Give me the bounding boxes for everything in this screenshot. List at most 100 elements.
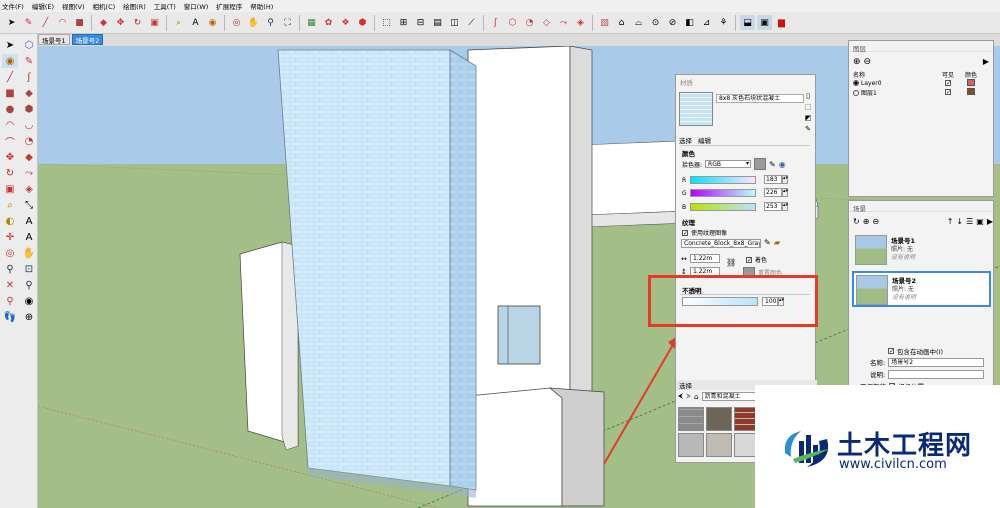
- arc-tool-icon[interactable]: ◠: [55, 15, 70, 30]
- view-options-icon[interactable]: ☰: [966, 217, 973, 226]
- section-plane-icon[interactable]: ⊿: [699, 15, 714, 30]
- sandbox-icon[interactable]: ⬚: [379, 15, 394, 30]
- drape-icon[interactable]: ▤: [430, 15, 445, 30]
- styles-icon[interactable]: ⬓: [740, 15, 755, 30]
- update-scene-icon[interactable]: ↻: [853, 217, 860, 226]
- text-icon[interactable]: A: [21, 214, 37, 228]
- paint-bucket-icon[interactable]: ◉: [205, 15, 220, 30]
- select-tool-icon[interactable]: ➤: [4, 15, 19, 30]
- arc-2pt-icon[interactable]: ◡: [21, 118, 37, 132]
- channel-g-value[interactable]: 226: [764, 188, 782, 197]
- use-texture-checkbox[interactable]: ✓: [682, 229, 688, 236]
- extension-icon[interactable]: ⬢: [355, 15, 370, 30]
- select-icon[interactable]: ➤: [2, 38, 18, 52]
- push-pull-icon[interactable]: ◆: [96, 15, 111, 30]
- material-thumb[interactable]: [706, 433, 732, 457]
- follow-me-icon[interactable]: ⤳: [556, 15, 571, 30]
- create-material-icon[interactable]: ⬚: [804, 103, 812, 111]
- visible-checkbox[interactable]: ✓: [945, 80, 951, 87]
- share-model-icon[interactable]: ✿: [321, 15, 336, 30]
- menu-tools[interactable]: 工具(T): [154, 1, 176, 11]
- channel-b-spinner[interactable]: ▴▾: [782, 202, 788, 211]
- move-up-icon[interactable]: ↑: [947, 217, 954, 226]
- top-view-icon[interactable]: ⌂: [614, 15, 629, 30]
- rotate-icon[interactable]: ↻: [2, 166, 18, 180]
- tape-measure-icon[interactable]: ⌕: [2, 198, 18, 212]
- follow-me-icon[interactable]: ⤳: [21, 166, 37, 180]
- layer-row[interactable]: Layer0 ✓: [853, 79, 989, 88]
- zoom-icon[interactable]: ⚲: [263, 15, 278, 30]
- scene-tab-1[interactable]: 场景号1: [38, 34, 70, 45]
- zoom-extents-icon[interactable]: ⛶: [280, 15, 295, 30]
- previous-view-icon[interactable]: ⚲: [21, 278, 37, 292]
- pan-icon[interactable]: ✋: [246, 15, 261, 30]
- sandbox-scratch-icon[interactable]: ⊞: [396, 15, 411, 30]
- dimension-icon[interactable]: ⤡: [21, 198, 37, 212]
- scene-list-item[interactable]: 场景号2 照片: 无 没有说明: [852, 271, 991, 307]
- scene-name-field[interactable]: 场景号2: [888, 357, 985, 367]
- walk-icon[interactable]: 👣: [2, 310, 18, 324]
- tape-measure-icon[interactable]: ⌕: [171, 15, 186, 30]
- menu-view[interactable]: 视图(V): [62, 1, 85, 11]
- zoom-window-icon[interactable]: ⊡: [21, 262, 37, 276]
- move-down-icon[interactable]: ↓: [956, 217, 963, 226]
- iso-view-icon[interactable]: ▧: [597, 15, 612, 30]
- back-arrow-icon[interactable]: ⮜: [678, 392, 683, 401]
- eraser-icon[interactable]: ✎: [21, 54, 37, 68]
- section-plane-icon[interactable]: ⊕: [21, 310, 37, 324]
- pan-icon[interactable]: ✋: [21, 246, 37, 260]
- add-layer-icon[interactable]: ⊕: [853, 57, 861, 67]
- channel-r-spinner[interactable]: ▴▾: [782, 175, 788, 184]
- channel-g-spinner[interactable]: ▴▾: [782, 188, 788, 197]
- menu-extensions[interactable]: 扩展程序: [216, 1, 242, 11]
- rotated-rectangle-icon[interactable]: ◆: [21, 86, 37, 100]
- arc-3pt-icon[interactable]: ⌒: [2, 134, 18, 149]
- channel-r-value[interactable]: 183: [764, 175, 782, 184]
- texture-width-field[interactable]: 1.22m: [690, 254, 720, 263]
- line-icon[interactable]: ╱: [2, 70, 18, 84]
- current-layer-radio[interactable]: [853, 90, 859, 96]
- layer-color-swatch[interactable]: [967, 88, 975, 95]
- scene-desc-field[interactable]: [888, 369, 985, 379]
- paint-bucket-icon[interactable]: ◉: [2, 54, 18, 68]
- menu-window[interactable]: 窗口(W): [184, 1, 209, 11]
- axes-icon[interactable]: ✛: [2, 230, 18, 244]
- material-thumb[interactable]: [678, 433, 704, 457]
- details-icon[interactable]: ▶: [987, 217, 993, 226]
- orbit-icon[interactable]: ◎: [2, 246, 18, 260]
- material-thumb[interactable]: [678, 407, 704, 431]
- scene-tab-2[interactable]: 场景号2: [71, 34, 104, 45]
- offset-icon[interactable]: ◇: [539, 15, 554, 30]
- xray-icon[interactable]: ▣: [757, 15, 772, 30]
- push-pull-icon[interactable]: ◆: [21, 150, 37, 164]
- layer-row[interactable]: 图层1 ✓: [853, 88, 989, 97]
- menu-edit[interactable]: 编辑(E): [32, 1, 54, 11]
- eraser-icon[interactable]: ✎: [21, 15, 36, 30]
- left-view-icon[interactable]: ◧: [682, 15, 697, 30]
- freehand-icon[interactable]: ʃ: [488, 15, 503, 30]
- front-view-icon[interactable]: ⌓: [631, 15, 646, 30]
- pie-icon[interactable]: ◔: [522, 15, 537, 30]
- channel-r-slider[interactable]: [690, 176, 756, 184]
- color-picker-select[interactable]: RGB: [705, 160, 752, 168]
- menu-draw[interactable]: 绘图(R): [123, 1, 146, 11]
- protractor-icon[interactable]: ◐: [2, 214, 18, 228]
- intersect-icon[interactable]: ◈: [573, 15, 588, 30]
- delete-layer-icon[interactable]: ⊖: [864, 57, 872, 67]
- move-icon[interactable]: ✥: [2, 150, 18, 164]
- move-tool-icon[interactable]: ✥: [113, 15, 128, 30]
- delete-scene-icon[interactable]: ⊖: [872, 217, 879, 226]
- section-display-icon[interactable]: ⚘: [716, 15, 731, 30]
- look-around-icon[interactable]: ◉: [21, 294, 37, 308]
- components-icon[interactable]: ❖: [338, 15, 353, 30]
- flip-edge-icon[interactable]: ⟋: [464, 15, 479, 30]
- visible-checkbox[interactable]: ✓: [945, 89, 951, 96]
- plugin-badge-icon[interactable]: ▆: [774, 15, 789, 30]
- freehand-icon[interactable]: ʃ: [21, 70, 37, 84]
- show-thumbnails-icon[interactable]: ▣: [976, 217, 984, 226]
- 3d-text-icon[interactable]: A: [21, 230, 37, 244]
- browse-texture-icon[interactable]: ▰: [774, 238, 780, 247]
- rectangle-tool-icon[interactable]: ■: [72, 15, 87, 30]
- details-icon[interactable]: ▶: [983, 57, 989, 66]
- forward-arrow-icon[interactable]: ⮞: [686, 392, 691, 401]
